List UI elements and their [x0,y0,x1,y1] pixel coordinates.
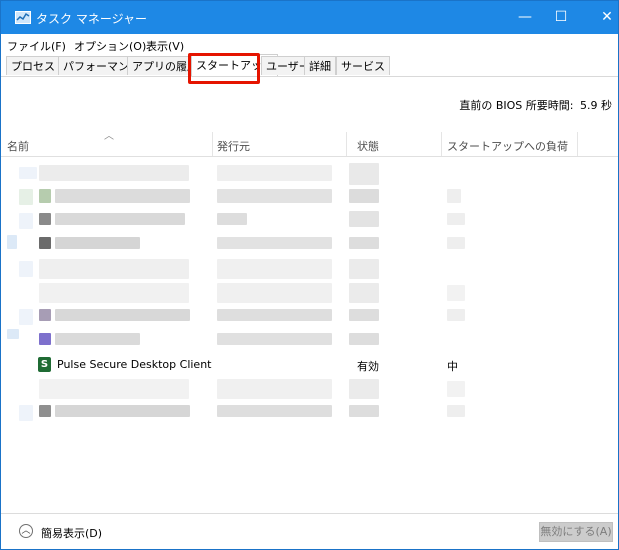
column-header-row: 名前 発行元 状態 スタートアップへの負荷 [1,132,618,157]
column-impact[interactable]: スタートアップへの負荷 [447,138,568,154]
pulse-secure-icon: S [38,357,51,372]
table-row-redacted[interactable] [1,185,618,209]
tab-bar: プロセス パフォーマンス アプリの履歴 スタートアップ ユーザー 詳細 サービス [1,54,618,77]
column-publisher[interactable]: 発行元 [217,138,250,154]
tab-processes[interactable]: プロセス [6,56,60,75]
table-row-redacted[interactable] [1,233,618,257]
startup-tab-highlight [188,53,260,84]
tab-services[interactable]: サービス [336,56,390,75]
table-row-redacted[interactable] [1,161,618,185]
table-row-redacted[interactable] [1,377,618,401]
table-row-redacted[interactable] [1,281,618,305]
menu-bar: ファイル(F) オプション(O) 表示(V) [1,36,618,54]
column-name[interactable]: 名前 [7,138,29,154]
menu-options[interactable]: オプション(O) [74,38,146,54]
row-impact: 中 [447,360,458,373]
chevron-up-icon[interactable]: ︿ [19,524,33,538]
table-row-redacted[interactable] [1,209,618,233]
table-row[interactable]: S Pulse Secure Desktop Client 有効 中 [1,353,618,377]
fewer-details-link[interactable]: 簡易表示(D) [41,525,102,541]
row-name: Pulse Secure Desktop Client [57,358,212,371]
bios-time-value: 5.9 秒 [580,99,612,112]
maximize-button[interactable]: ☐ [538,1,584,34]
menu-view[interactable]: 表示(V) [146,38,184,54]
table-row-redacted[interactable] [1,305,618,329]
window-title: タスク マネージャー [36,12,147,26]
bios-time-label: 直前の BIOS 所要時間: [459,99,574,112]
tab-details[interactable]: 詳細 [304,56,336,75]
row-status: 有効 [357,360,379,373]
startup-list: S Pulse Secure Desktop Client 有効 中 [1,161,618,425]
disable-button[interactable]: 無効にする(A) [539,522,613,542]
close-button[interactable]: ✕ [584,1,619,34]
bios-time: 直前の BIOS 所要時間: 5.9 秒 [459,97,612,113]
table-row-redacted[interactable] [1,329,618,353]
task-manager-window: タスク マネージャー — ☐ ✕ ファイル(F) オプション(O) 表示(V) … [0,0,619,550]
column-status[interactable]: 状態 [357,138,379,154]
footer-bar: ︿ 簡易表示(D) 無効にする(A) [1,513,618,550]
table-row-redacted[interactable] [1,257,618,281]
menu-file[interactable]: ファイル(F) [7,38,66,54]
title-bar[interactable]: タスク マネージャー — ☐ ✕ [1,1,618,34]
table-row-redacted[interactable] [1,401,618,425]
task-manager-icon [15,11,31,24]
